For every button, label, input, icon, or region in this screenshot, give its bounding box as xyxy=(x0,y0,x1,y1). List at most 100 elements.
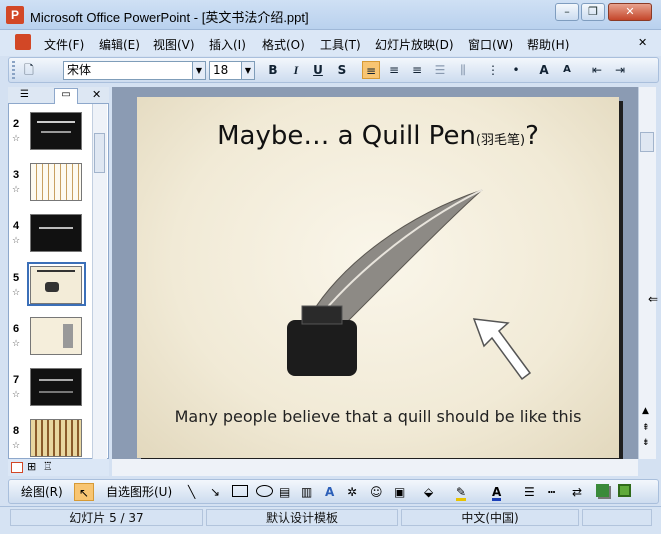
menu-slideshow[interactable]: 幻灯片放映(D) xyxy=(375,36,454,53)
minimize-button[interactable]: – xyxy=(555,3,579,21)
slideshow-view-icon[interactable]: ♖ xyxy=(43,460,53,473)
bullets-icon[interactable]: • xyxy=(507,61,525,79)
pane-close-icon[interactable]: ✕ xyxy=(92,88,101,101)
shadow-button[interactable]: S xyxy=(333,61,351,79)
font-size-select[interactable]: 18 ▼ xyxy=(209,61,255,80)
cursor-icon[interactable]: ↖ xyxy=(74,483,94,501)
new-doc-icon[interactable]: 🗋 xyxy=(20,61,38,79)
autoshape-menu[interactable]: 自选图形(U) xyxy=(106,483,172,501)
transition-icon: ☆ xyxy=(12,236,21,246)
previous-slide-icon[interactable]: ⇞ xyxy=(642,423,650,433)
distribute-icon[interactable]: ☰ xyxy=(431,61,449,79)
horizontal-scrollbar[interactable] xyxy=(112,459,638,476)
menu-file[interactable]: 文件(F) xyxy=(44,36,84,53)
slide-thumbnail[interactable] xyxy=(30,214,82,252)
slide-thumbnail[interactable] xyxy=(30,419,82,457)
menu-format[interactable]: 格式(O) xyxy=(262,36,305,53)
slide-thumbnail[interactable] xyxy=(30,163,82,201)
font-color-icon[interactable]: A xyxy=(492,483,502,501)
thumb-number: 2 xyxy=(13,118,20,130)
sorter-view-icon[interactable]: ⊞ xyxy=(27,460,36,473)
numbering-icon[interactable]: ⋮ xyxy=(484,61,502,79)
columns-icon[interactable]: ⫼ xyxy=(454,61,472,79)
arrow-style-icon[interactable]: ⇄ xyxy=(572,483,582,501)
slide-title[interactable]: Maybe… a Quill Pen(羽毛笔)? xyxy=(137,121,619,151)
slide-thumbnail[interactable] xyxy=(30,266,82,304)
line-icon[interactable]: ╲ xyxy=(188,483,195,501)
status-language: 中文(中国) xyxy=(401,509,579,526)
bold-button[interactable]: B xyxy=(264,61,282,79)
italic-button[interactable]: I xyxy=(287,61,305,79)
transition-icon: ☆ xyxy=(12,185,21,195)
grow-font-icon[interactable]: A xyxy=(535,61,553,79)
quill-ink-image[interactable] xyxy=(267,182,497,382)
underline-button[interactable]: U xyxy=(309,61,327,79)
menu-tools[interactable]: 工具(T) xyxy=(320,36,361,53)
3d-icon[interactable] xyxy=(618,484,631,497)
scroll-thumb[interactable] xyxy=(640,132,654,152)
toolbar-grip[interactable] xyxy=(12,61,15,79)
font-name-value: 宋体 xyxy=(67,63,92,77)
menu-help[interactable]: 帮助(H) xyxy=(527,36,569,53)
resize-handle-icon[interactable]: ⇐ xyxy=(648,292,658,306)
slide-caption[interactable]: Many people believe that a quill should … xyxy=(137,407,619,426)
transition-icon: ☆ xyxy=(12,441,21,451)
shadow-icon[interactable] xyxy=(596,484,609,497)
scroll-up-icon[interactable]: ▲ xyxy=(642,406,649,416)
menu-view[interactable]: 视图(V) xyxy=(153,36,195,53)
center-icon[interactable]: ≡ xyxy=(385,61,403,79)
thumb-number: 3 xyxy=(13,169,20,181)
line-color-icon[interactable]: ✎ xyxy=(456,483,467,501)
draw-menu[interactable]: 绘图(R) xyxy=(21,483,63,501)
slide-title-main: Maybe… a Quill Pen xyxy=(217,121,476,151)
normal-view-icon[interactable] xyxy=(11,462,23,473)
textbox-icon[interactable]: ▤ xyxy=(279,483,290,501)
menu-window[interactable]: 窗口(W) xyxy=(468,36,513,53)
slide-thumbnail[interactable] xyxy=(30,317,82,355)
vertical-textbox-icon[interactable]: ▥ xyxy=(301,483,312,501)
font-name-select[interactable]: 宋体 ▼ xyxy=(63,61,206,80)
wordart-icon[interactable]: A xyxy=(325,483,334,501)
thumb-number: 6 xyxy=(13,323,20,335)
slide-title-chinese: (羽毛笔) xyxy=(475,133,526,148)
menu-edit[interactable]: 编辑(E) xyxy=(99,36,140,53)
status-slide-count: 幻灯片 5 / 37 xyxy=(10,509,203,526)
shrink-font-icon[interactable]: A xyxy=(558,61,576,79)
oval-icon[interactable] xyxy=(256,485,273,497)
decrease-indent-icon[interactable]: ⇤ xyxy=(588,61,606,79)
view-buttons xyxy=(8,459,109,476)
restore-button[interactable]: ❐ xyxy=(581,3,605,21)
slides-tab[interactable]: ▭ xyxy=(54,88,78,104)
app-icon[interactable]: P xyxy=(6,6,24,24)
arrow-icon[interactable]: ↘ xyxy=(210,483,220,501)
menu-close-icon[interactable]: ✕ xyxy=(638,36,647,49)
align-left-icon[interactable]: ≡ xyxy=(362,61,380,79)
chevron-down-icon[interactable]: ▼ xyxy=(192,62,205,79)
transition-icon: ☆ xyxy=(12,390,21,400)
slide[interactable]: Maybe… a Quill Pen(羽毛笔)? Many people bel… xyxy=(137,97,619,458)
transition-icon: ☆ xyxy=(12,339,21,349)
picture-icon[interactable]: ▣ xyxy=(394,483,405,501)
close-button[interactable]: ✕ xyxy=(608,3,652,21)
slide-thumbnail[interactable] xyxy=(30,112,82,150)
scroll-thumb[interactable] xyxy=(94,133,105,173)
line-style-icon[interactable]: ☰ xyxy=(524,483,535,501)
transition-icon: ☆ xyxy=(12,134,21,144)
clipart-icon[interactable]: ☺ xyxy=(370,483,383,501)
doc-icon[interactable] xyxy=(15,34,31,50)
increase-indent-icon[interactable]: ⇥ xyxy=(611,61,629,79)
window-title: Microsoft Office PowerPoint - [英文书法介绍.pp… xyxy=(30,10,309,25)
diagram-icon[interactable]: ✲ xyxy=(347,483,357,501)
chevron-down-icon[interactable]: ▼ xyxy=(241,62,254,79)
align-right-icon[interactable]: ≡ xyxy=(408,61,426,79)
slide-thumbnail[interactable] xyxy=(30,368,82,406)
status-extra xyxy=(582,509,652,526)
next-slide-icon[interactable]: ⇟ xyxy=(642,438,650,448)
outline-tab[interactable]: ☰ xyxy=(20,89,29,100)
rectangle-icon[interactable] xyxy=(232,485,248,497)
dash-style-icon[interactable]: ┅ xyxy=(548,483,555,501)
fill-color-icon[interactable]: ⬙ xyxy=(424,483,433,501)
menu-insert[interactable]: 插入(I) xyxy=(209,36,246,53)
arrow-shape[interactable] xyxy=(470,315,535,385)
font-size-value: 18 xyxy=(213,63,229,77)
